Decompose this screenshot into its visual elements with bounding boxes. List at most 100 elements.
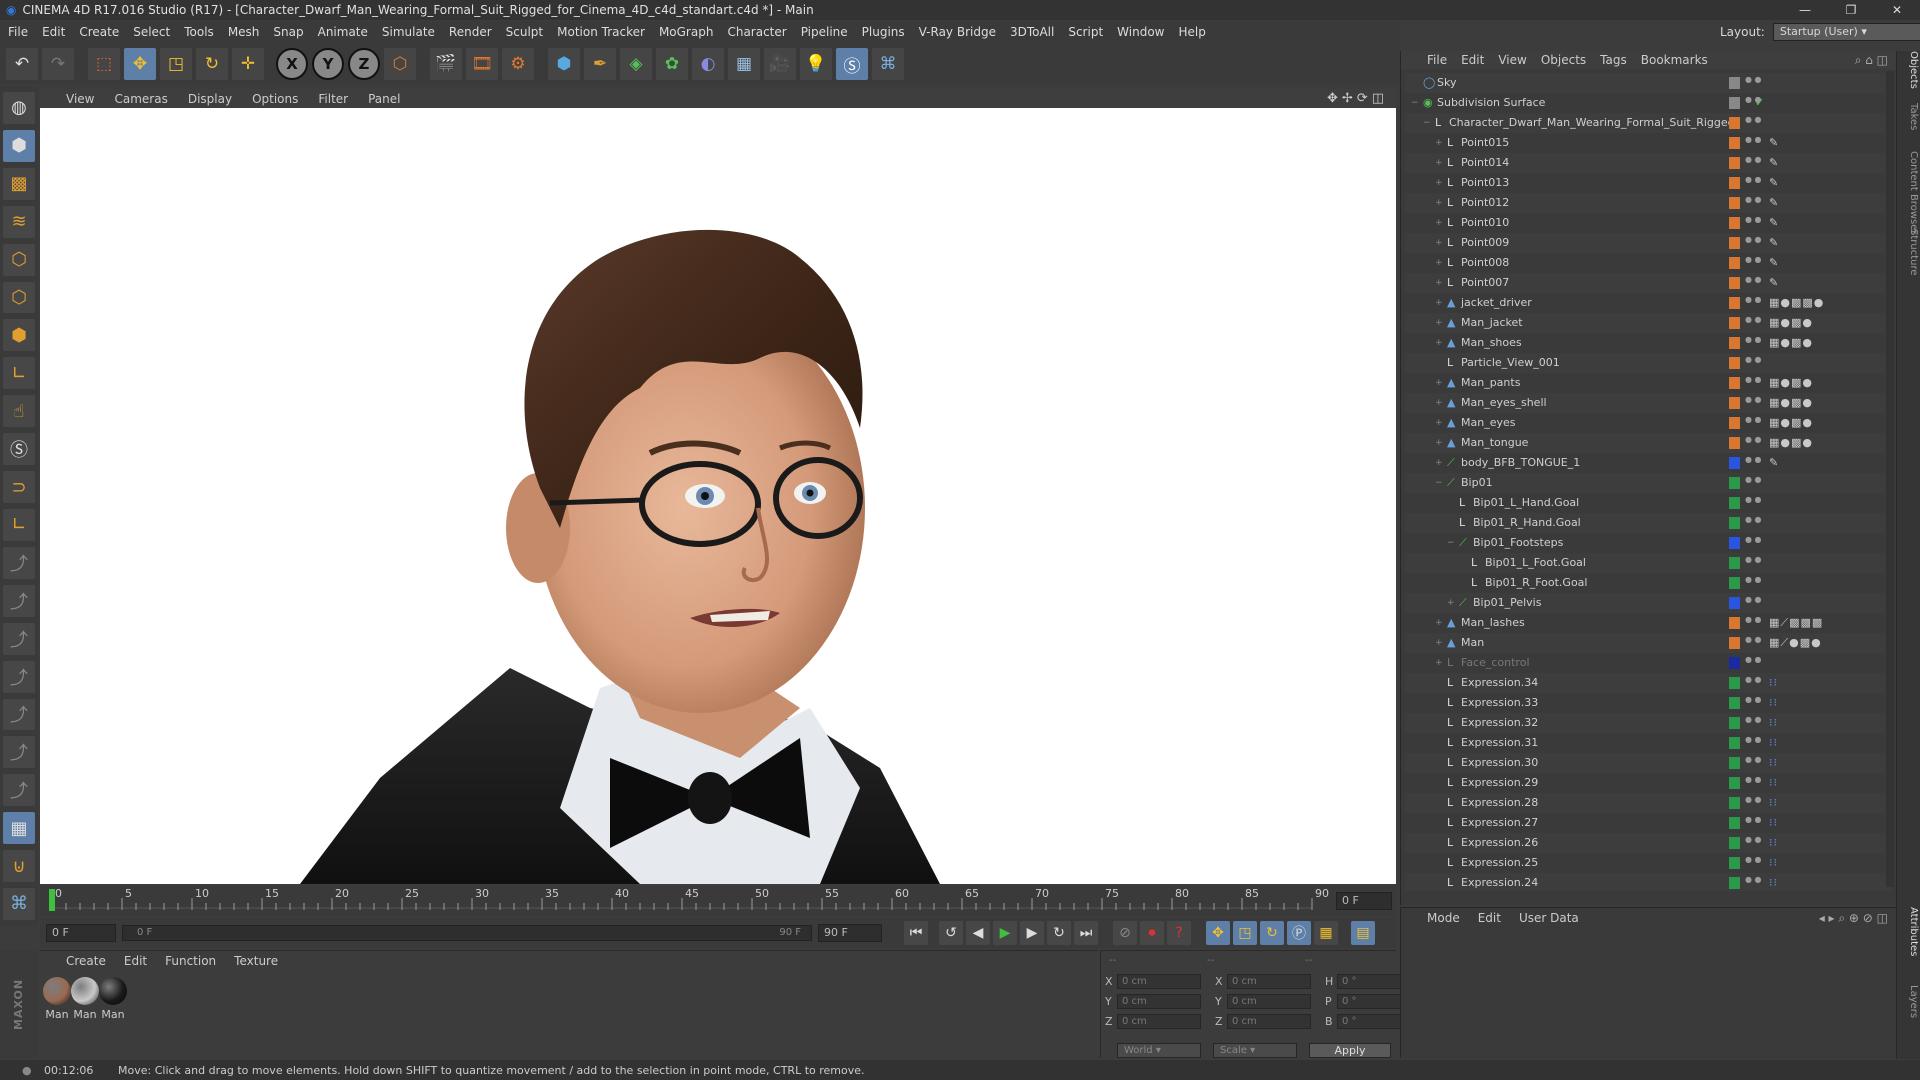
live-select-icon[interactable]: ⬚ xyxy=(88,48,120,80)
object-row[interactable]: − ⟋ Bip01 ● ● xyxy=(1405,473,1891,493)
workplane-icon[interactable]: ≋ xyxy=(3,205,35,238)
object-row[interactable]: + ▲ Man_tongue ● ● ▦●▩● xyxy=(1405,433,1891,453)
object-row[interactable]: + ⟋ body_BFB_TONGUE_1 ● ● ✎ xyxy=(1405,453,1891,473)
deformer-icon[interactable]: ◐ xyxy=(692,48,724,80)
visibility-dots-icon[interactable]: ● ● xyxy=(1745,516,1762,524)
coord-position-field[interactable]: 0 cm xyxy=(1117,993,1201,1009)
attribute-menu-user-data[interactable]: User Data xyxy=(1519,911,1579,925)
layer-color-swatch[interactable] xyxy=(1729,397,1740,409)
viewport-menu-panel[interactable]: Panel xyxy=(368,92,400,106)
material-swatch[interactable]: Man xyxy=(98,977,128,1021)
layer-color-swatch[interactable] xyxy=(1729,777,1740,789)
redo-icon[interactable]: ↷ xyxy=(42,48,74,80)
go-to-start-icon[interactable]: ⏮ xyxy=(904,921,928,945)
visibility-dots-icon[interactable]: ● ● xyxy=(1745,356,1762,364)
layer-color-swatch[interactable] xyxy=(1729,257,1740,269)
expand-toggle-icon[interactable]: + xyxy=(1435,278,1443,288)
menu-sculpt[interactable]: Sculpt xyxy=(506,25,543,39)
key-scale-icon[interactable]: ◳ xyxy=(1233,921,1257,945)
object-row[interactable]: L Expression.30 ● ● ⁝⁝ xyxy=(1405,753,1891,773)
layer-color-swatch[interactable] xyxy=(1729,357,1740,369)
material-menu-create[interactable]: Create xyxy=(66,954,106,968)
object-menu-tags[interactable]: Tags xyxy=(1600,53,1627,67)
object-row[interactable]: + ▲ Man_shoes ● ● ▦●▩● xyxy=(1405,333,1891,353)
material-menu-texture[interactable]: Texture xyxy=(234,954,278,968)
layer-color-swatch[interactable] xyxy=(1729,497,1740,509)
record-keys-icon[interactable]: ⏺ xyxy=(1140,921,1164,945)
object-row[interactable]: + L Point014 ● ● ✎ xyxy=(1405,153,1891,173)
object-row[interactable]: + L Point015 ● ● ✎ xyxy=(1405,133,1891,153)
object-row[interactable]: + L Point010 ● ● ✎ xyxy=(1405,213,1891,233)
layer-color-swatch[interactable] xyxy=(1729,837,1740,849)
visibility-dots-icon[interactable]: ● ● xyxy=(1745,696,1762,704)
key-pla-icon[interactable]: ▦ xyxy=(1314,921,1338,945)
object-menu-bookmarks[interactable]: Bookmarks xyxy=(1641,53,1708,67)
layer-color-swatch[interactable] xyxy=(1729,697,1740,709)
menu-mesh[interactable]: Mesh xyxy=(228,25,260,39)
scale-icon[interactable]: ◳ xyxy=(160,48,192,80)
object-row[interactable]: L Expression.26 ● ● ⁝⁝ xyxy=(1405,833,1891,853)
menu-plugins[interactable]: Plugins xyxy=(862,25,905,39)
object-tags-icon[interactable]: ✎ xyxy=(1769,156,1779,169)
expand-toggle-icon[interactable]: + xyxy=(1435,138,1443,148)
material-menu-edit[interactable]: Edit xyxy=(124,954,147,968)
layer-color-swatch[interactable] xyxy=(1729,97,1740,109)
layer-color-swatch[interactable] xyxy=(1729,817,1740,829)
sculpt-grab-icon[interactable]: ⤴ xyxy=(3,622,35,655)
sculpt-inflate-icon[interactable]: ⤴ xyxy=(3,660,35,693)
object-tags-icon[interactable]: ⁝⁝ xyxy=(1769,856,1778,869)
spline-tool-icon[interactable]: Ⓢ xyxy=(836,48,868,80)
previous-frame-icon[interactable]: ◀ xyxy=(966,921,990,945)
object-tags-icon[interactable]: ▦●▩● xyxy=(1769,416,1813,429)
expand-toggle-icon[interactable]: + xyxy=(1435,398,1443,408)
visibility-dots-icon[interactable]: ● ● xyxy=(1745,396,1762,404)
y-axis-lock[interactable]: Y xyxy=(312,48,344,80)
key-position-icon[interactable]: ✥ xyxy=(1206,921,1230,945)
camera-icon[interactable]: 🎥 xyxy=(764,48,796,80)
layer-color-swatch[interactable] xyxy=(1729,77,1740,89)
layer-color-swatch[interactable] xyxy=(1729,517,1740,529)
visibility-dots-icon[interactable]: ● ● xyxy=(1745,676,1762,684)
menu-select[interactable]: Select xyxy=(133,25,170,39)
z-axis-lock[interactable]: Z xyxy=(348,48,380,80)
close-button[interactable]: ✕ xyxy=(1874,0,1920,20)
start-frame-field[interactable]: 0 F xyxy=(46,924,116,942)
move-icon[interactable]: ✥ xyxy=(124,48,156,80)
visibility-dots-icon[interactable]: ● ● xyxy=(1745,816,1762,824)
object-tags-icon[interactable]: ▦●▩● xyxy=(1769,376,1813,389)
visibility-dots-icon[interactable]: ● ● xyxy=(1745,456,1762,464)
frame-range-slider[interactable]: 0 F 90 F xyxy=(122,925,812,941)
object-row[interactable]: ◯ Sky ● ● xyxy=(1405,73,1891,93)
object-row[interactable]: − ⟋ Bip01_Footsteps ● ● xyxy=(1405,533,1891,553)
object-tags-icon[interactable]: ✎ xyxy=(1769,256,1779,269)
object-tags-icon[interactable]: ✎ xyxy=(1769,236,1779,249)
object-tags-icon[interactable]: ⁝⁝ xyxy=(1769,776,1778,789)
viewport-nav-icons[interactable]: ✥✢⟳◫ xyxy=(1327,91,1388,106)
layer-color-swatch[interactable] xyxy=(1729,477,1740,489)
object-row[interactable]: + ▲ Man_pants ● ● ▦●▩● xyxy=(1405,373,1891,393)
layer-color-swatch[interactable] xyxy=(1729,557,1740,569)
pen-icon[interactable]: ✒ xyxy=(584,48,616,80)
object-row[interactable]: + L Point012 ● ● ✎ xyxy=(1405,193,1891,213)
layer-color-swatch[interactable] xyxy=(1729,377,1740,389)
object-row[interactable]: L Bip01_L_Hand.Goal ● ● xyxy=(1405,493,1891,513)
cloner-icon[interactable]: ✿ xyxy=(656,48,688,80)
object-tags-icon[interactable]: ▦⟋●▩● xyxy=(1769,636,1822,650)
object-tags-icon[interactable]: ▦●▩● xyxy=(1769,396,1813,409)
layer-color-swatch[interactable] xyxy=(1729,297,1740,309)
sculpt-smooth-icon[interactable]: ⤴ xyxy=(3,584,35,617)
tab-objects[interactable]: Objects xyxy=(1899,51,1919,89)
object-row[interactable]: L Expression.32 ● ● ⁝⁝ xyxy=(1405,713,1891,733)
coord-size-field[interactable]: 0 cm xyxy=(1227,973,1311,989)
points-mode-icon[interactable]: ⬡ xyxy=(3,243,35,276)
attribute-menu-edit[interactable]: Edit xyxy=(1478,911,1501,925)
menu-v-ray-bridge[interactable]: V-Ray Bridge xyxy=(919,25,996,39)
visibility-dots-icon[interactable]: ● ● xyxy=(1745,776,1762,784)
model-mode-icon[interactable]: ⬢ xyxy=(3,129,35,162)
tab-structure[interactable]: Structure xyxy=(1899,229,1919,276)
workplane-lock-icon[interactable]: ∟ xyxy=(3,508,35,541)
object-row[interactable]: + ▲ Man_eyes ● ● ▦●▩● xyxy=(1405,413,1891,433)
expand-toggle-icon[interactable]: + xyxy=(1435,458,1443,468)
object-menu-file[interactable]: File xyxy=(1427,53,1447,67)
expand-toggle-icon[interactable]: + xyxy=(1435,158,1443,168)
